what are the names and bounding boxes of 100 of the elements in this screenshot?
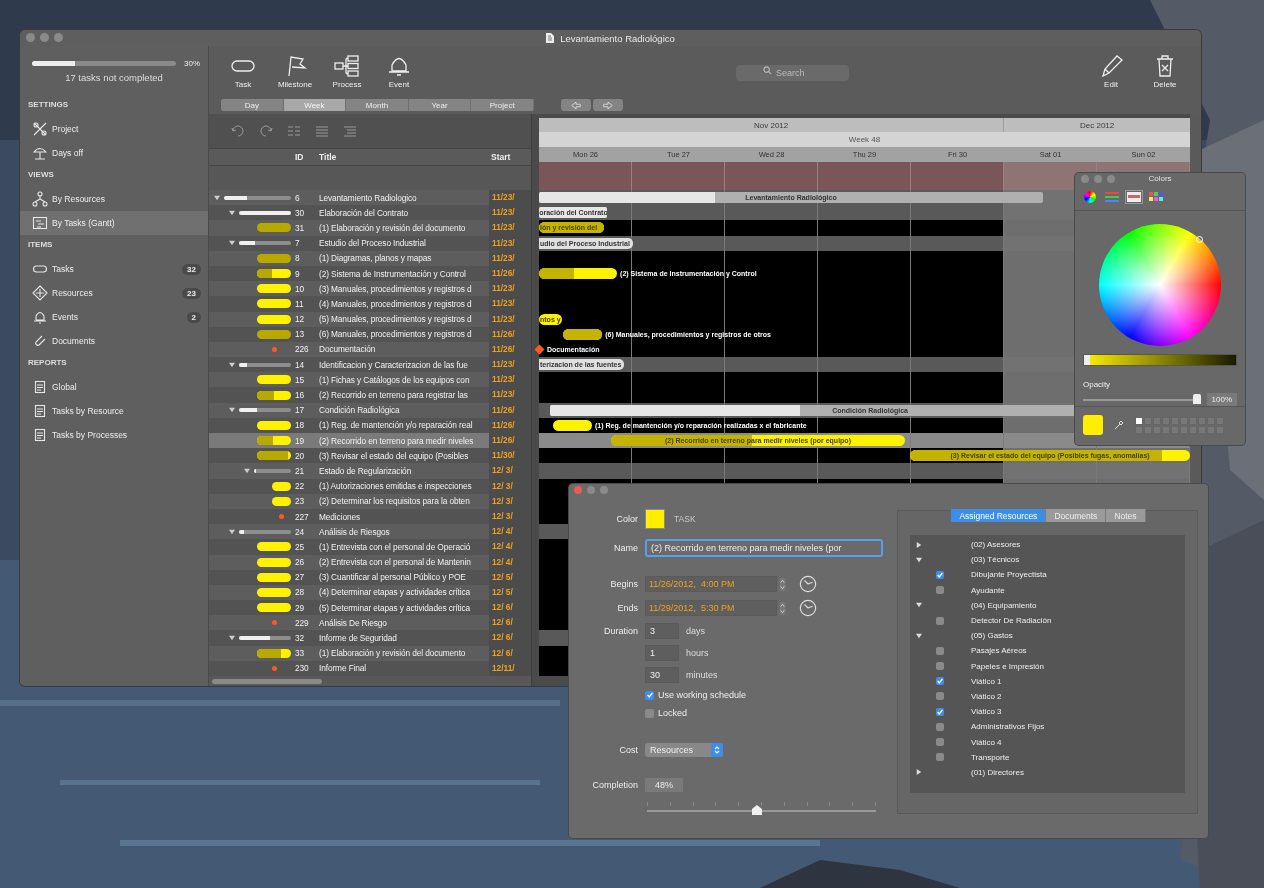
column-header[interactable]: Start [489, 152, 531, 162]
resource-item[interactable]: Viático 3 [971, 707, 1002, 717]
table-row[interactable]: 15 (1) Fichas y Catálogos de los equipos con 11/23/ [209, 372, 531, 388]
scale-tab[interactable]: Day [221, 99, 284, 111]
disclosure-triangle[interactable] [916, 632, 922, 639]
task-bar[interactable] [539, 267, 618, 279]
resource-item[interactable]: Transporte [971, 752, 1010, 762]
column-header[interactable]: Title [317, 152, 489, 162]
table-row[interactable]: 21 Estado de Regularización 12/ 3/ [209, 463, 531, 479]
search-field[interactable]: Search [736, 64, 849, 81]
resource-item[interactable]: Viático 2 [971, 691, 1002, 701]
checkbox[interactable] [936, 692, 944, 701]
disclosure-triangle[interactable] [229, 209, 235, 216]
delete-button[interactable]: Delete [1143, 53, 1187, 89]
sidebar-item[interactable]: Project [20, 117, 208, 141]
resource-item[interactable]: (01) Directores [971, 767, 1024, 777]
resource-item[interactable]: Dibujante Proyectista [971, 570, 1047, 580]
stepper[interactable] [779, 600, 786, 616]
disclosure-triangle[interactable] [244, 467, 250, 474]
undo-icon[interactable] [231, 125, 245, 137]
redo-icon[interactable] [259, 125, 273, 137]
checkbox[interactable] [936, 722, 944, 731]
resource-item[interactable]: Viático 1 [971, 676, 1002, 686]
task-bar[interactable] [563, 328, 603, 340]
checkbox[interactable] [936, 662, 944, 671]
disclosure-triangle[interactable] [916, 769, 922, 776]
resource-item[interactable]: (05) Gastos [971, 631, 1013, 641]
checkbox[interactable] [645, 690, 654, 700]
table-row[interactable]: 19 (2) Recorrido en terreno para medir niveles 11/26/ [209, 433, 531, 449]
palette-icon[interactable] [1126, 191, 1142, 204]
name-field[interactable]: (2) Recorrido en terreno para medir niveles (por [645, 539, 883, 557]
brightness-slider[interactable] [1083, 354, 1237, 366]
disclosure-triangle[interactable] [214, 194, 220, 201]
disclosure-triangle[interactable] [916, 602, 922, 609]
completion-slider[interactable] [647, 802, 876, 816]
checkbox[interactable] [936, 738, 944, 747]
sidebar-item[interactable]: By Resources [20, 187, 208, 211]
checkbox-label[interactable]: Locked [658, 708, 688, 718]
checkbox-label[interactable]: Use working schedule [658, 690, 747, 700]
checkbox[interactable] [936, 753, 944, 762]
resource-item[interactable]: Ayudante [971, 585, 1005, 595]
current-color-swatch[interactable] [1083, 415, 1103, 435]
duration-field[interactable]: 1 [645, 645, 679, 661]
swatch-grid[interactable] [1135, 416, 1224, 434]
sidebar-item[interactable]: Global [20, 375, 208, 399]
checkbox[interactable] [936, 570, 944, 579]
sidebar-item[interactable]: Tasks by Processes [20, 423, 208, 447]
table-row[interactable]: 10 (3) Manuales, procedimientos y registros d 11/23/ [209, 281, 531, 297]
color-well[interactable] [645, 509, 665, 529]
resource-item[interactable]: Viático 4 [971, 737, 1002, 747]
sidebar-item[interactable]: Resources 23 [20, 281, 208, 305]
eyedropper-icon[interactable] [1113, 419, 1125, 431]
checkbox[interactable] [936, 707, 944, 716]
disclosure-triangle[interactable] [229, 635, 235, 642]
sidebar-item[interactable]: By Tasks (Gantt) [20, 211, 208, 235]
task-button[interactable]: Task [221, 53, 265, 89]
next-button[interactable] [593, 99, 623, 111]
resource-item[interactable]: (03) Técnicos [971, 555, 1020, 565]
table-row[interactable]: 31 (1) Elaboración y revisión del documento 11/23/ [209, 220, 531, 236]
table-row[interactable]: 24 Análisis de Riesgos 12/ 4/ [209, 524, 531, 540]
clock-icon[interactable] [799, 575, 817, 593]
disclosure-triangle[interactable] [229, 407, 235, 414]
task-bar[interactable] [552, 419, 592, 431]
checkbox[interactable] [936, 646, 944, 655]
disclosure-triangle[interactable] [229, 240, 235, 247]
sidebar-item[interactable]: Days off [20, 141, 208, 165]
stepper[interactable] [779, 576, 786, 592]
resource-item[interactable]: Papeles e Impresión [971, 661, 1044, 671]
sidebar-item[interactable]: Tasks 32 [20, 257, 208, 281]
resource-item[interactable]: (04) Equipamiento [971, 600, 1037, 610]
previous-button[interactable] [561, 99, 591, 111]
sliders-icon[interactable] [1104, 191, 1120, 204]
edit-button[interactable]: Edit [1089, 53, 1133, 89]
table-row[interactable]: 6 Levantamiento Radiologico 11/23/ [209, 190, 531, 206]
milestone-button[interactable]: Milestone [273, 53, 317, 89]
disclosure-triangle[interactable] [916, 556, 922, 563]
resource-item[interactable]: Pasajes Aéreos [971, 646, 1027, 656]
event-button[interactable]: Event [377, 53, 421, 89]
scroll-bar[interactable] [209, 676, 531, 686]
disclosure-triangle[interactable] [229, 528, 235, 535]
sidebar-item[interactable]: Documents [20, 329, 208, 353]
table-row[interactable]: 229 Análisis De Riesgo 12/ 6/ [209, 615, 531, 631]
crayons-icon[interactable] [1148, 191, 1164, 204]
disclosure-triangle[interactable] [229, 361, 235, 368]
resource-item[interactable]: Detector De Radiación [971, 616, 1052, 626]
disclosure-triangle[interactable] [916, 541, 922, 548]
checkbox[interactable] [936, 586, 944, 595]
checkbox[interactable] [936, 677, 944, 686]
duration-field[interactable]: 3 [645, 623, 679, 639]
tab[interactable]: Assigned Resources [951, 509, 1047, 522]
checkbox[interactable] [645, 708, 654, 718]
sidebar-item[interactable]: Tasks by Resource [20, 399, 208, 423]
resource-item[interactable]: (02) Asesores [971, 540, 1021, 550]
milestone-marker[interactable] [534, 344, 545, 355]
checkbox[interactable] [936, 616, 944, 625]
sidebar-item[interactable]: Events 2 [20, 305, 208, 329]
process-button[interactable]: Process [325, 53, 369, 89]
color-wheel-icon[interactable] [1084, 191, 1096, 204]
column-header[interactable]: ID [293, 152, 317, 162]
duration-field[interactable]: 30 [645, 667, 679, 683]
